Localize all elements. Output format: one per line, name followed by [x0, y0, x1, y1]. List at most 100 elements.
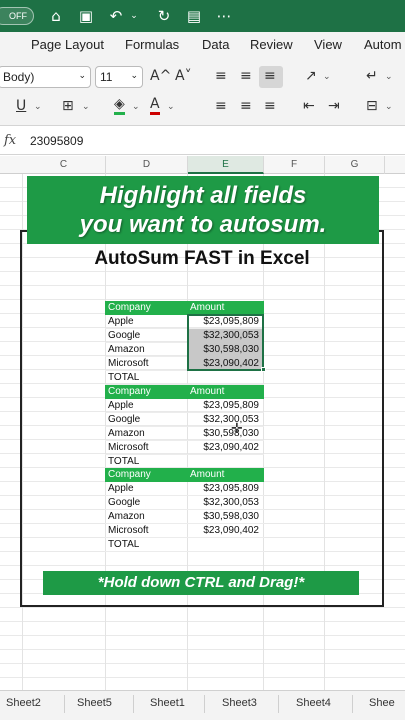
table-row[interactable]: Apple $23,095,809: [105, 482, 264, 496]
cell-cursor-icon: ✛: [231, 421, 243, 437]
fx-icon[interactable]: fx: [4, 133, 16, 148]
merge-center-icon[interactable]: ⊟: [366, 98, 378, 114]
tab-review[interactable]: Review: [250, 37, 293, 52]
data-table-3: Company Amount Apple $23,095,809 Google $32…: [105, 468, 264, 552]
chevron-down-icon[interactable]: ⌄: [167, 102, 175, 112]
header-company: Company: [108, 386, 151, 397]
total-label: TOTAL: [108, 456, 140, 467]
align-top-icon[interactable]: ≡: [215, 68, 227, 84]
wrap-text-icon[interactable]: ↵: [366, 68, 378, 84]
amount-cell: $23,095,809: [203, 483, 259, 494]
table-header-row[interactable]: Company Amount: [105, 468, 264, 482]
company-cell: Google: [108, 330, 141, 341]
company-cell: Microsoft: [108, 442, 149, 453]
column-header-e[interactable]: E: [188, 156, 264, 174]
selection-range[interactable]: [187, 314, 264, 371]
formula-bar: fx 23095809: [0, 127, 405, 155]
header-amount: Amount: [190, 302, 225, 313]
column-header-d[interactable]: D: [106, 156, 188, 174]
table-row[interactable]: Google $32,300,053: [105, 496, 264, 510]
undo-dropdown-icon[interactable]: ⌄: [126, 11, 142, 21]
decrease-indent-icon[interactable]: ⇤: [303, 98, 315, 114]
paste-icon[interactable]: ▤: [186, 7, 202, 25]
font-size-select[interactable]: 11 ⌄: [95, 66, 143, 88]
fill-handle[interactable]: [261, 367, 266, 372]
total-row[interactable]: TOTAL: [105, 371, 264, 385]
header-company: Company: [108, 302, 151, 313]
orientation-icon[interactable]: ↗: [305, 68, 317, 84]
font-color-icon[interactable]: A: [150, 96, 160, 115]
table-header-row[interactable]: Company Amount: [105, 385, 264, 399]
company-cell: Google: [108, 414, 141, 425]
chevron-down-icon[interactable]: ⌄: [82, 102, 90, 112]
column-header-c[interactable]: C: [22, 156, 106, 174]
sheet-tab-sheet5[interactable]: Sheet5: [77, 697, 112, 709]
chevron-down-icon[interactable]: ⌄: [132, 102, 140, 112]
company-cell: Amazon: [108, 511, 145, 522]
align-left-icon[interactable]: ≡: [215, 98, 227, 114]
total-row[interactable]: TOTAL: [105, 538, 264, 552]
title-bar: OFF ⌂ ▣ ↶ ⌄ ↻ ▤ ⋯: [0, 0, 405, 32]
table-row[interactable]: Apple $23,095,809: [105, 399, 264, 413]
grow-font-icon[interactable]: A^: [150, 68, 171, 84]
column-header-g[interactable]: G: [325, 156, 385, 174]
font-name-value: Body): [3, 70, 35, 84]
save-icon[interactable]: ▣: [78, 7, 94, 25]
table-row[interactable]: Amazon $30,598,030: [105, 510, 264, 524]
company-cell: Apple: [108, 316, 134, 327]
align-right-icon[interactable]: ≡: [264, 98, 276, 114]
sheet-tab-sheet3[interactable]: Sheet3: [222, 697, 257, 709]
tab-data[interactable]: Data: [202, 37, 229, 52]
shrink-font-icon[interactable]: A˅: [175, 68, 192, 84]
align-center-icon[interactable]: ≡: [240, 98, 252, 114]
total-label: TOTAL: [108, 539, 140, 550]
autosave-label: OFF: [9, 11, 27, 21]
sheet-tabs: Sheet2 Sheet5 Sheet1 Sheet3 Sheet4 Shee: [0, 690, 405, 720]
align-bottom-icon[interactable]: ≡: [264, 68, 276, 84]
amount-cell: $23,095,809: [203, 400, 259, 411]
tab-page-layout[interactable]: Page Layout: [31, 37, 104, 52]
total-label: TOTAL: [108, 372, 140, 383]
column-header-f[interactable]: F: [264, 156, 325, 174]
sheet-tab-sheet2[interactable]: Sheet2: [6, 697, 41, 709]
company-cell: Amazon: [108, 428, 145, 439]
total-row[interactable]: TOTAL: [105, 455, 264, 469]
column-headers: C D E F G: [0, 156, 405, 174]
table-row[interactable]: Microsoft $23,090,402: [105, 524, 264, 538]
header-amount: Amount: [190, 469, 225, 480]
company-cell: Apple: [108, 400, 134, 411]
formula-input[interactable]: 23095809: [30, 134, 83, 148]
font-size-value: 11: [100, 70, 113, 84]
chevron-down-icon: ⌄: [130, 70, 138, 80]
align-middle-icon[interactable]: ≡: [240, 68, 252, 84]
company-cell: Amazon: [108, 344, 145, 355]
sheet-tab-sheet1[interactable]: Sheet1: [150, 697, 185, 709]
sheet-tab-sheet4[interactable]: Sheet4: [296, 697, 331, 709]
header-amount: Amount: [190, 386, 225, 397]
chevron-down-icon[interactable]: ⌄: [323, 72, 331, 82]
table-header-row[interactable]: Company Amount: [105, 301, 264, 315]
sheet-tab-partial[interactable]: Shee: [369, 697, 395, 709]
autosave-toggle[interactable]: OFF: [0, 7, 34, 25]
chevron-down-icon[interactable]: ⌄: [385, 102, 393, 112]
chevron-down-icon[interactable]: ⌄: [385, 72, 393, 82]
chevron-down-icon[interactable]: ⌄: [34, 102, 42, 112]
table-row[interactable]: Microsoft $23,090,402: [105, 441, 264, 455]
tab-formulas[interactable]: Formulas: [125, 37, 179, 52]
redo-icon[interactable]: ↻: [156, 7, 172, 25]
amount-cell: $30,598,030: [203, 511, 259, 522]
more-icon[interactable]: ⋯: [216, 7, 232, 25]
instruction-banner-top: Highlight all fields you want to autosum…: [27, 176, 379, 244]
main-title: AutoSum FAST in Excel: [94, 248, 310, 269]
home-icon[interactable]: ⌂: [48, 7, 64, 25]
font-name-select[interactable]: Body) ⌄: [0, 66, 91, 88]
tab-automate[interactable]: Autom: [364, 37, 402, 52]
fill-color-icon[interactable]: ◈: [114, 96, 125, 115]
underline-icon[interactable]: U: [16, 98, 26, 114]
header-company: Company: [108, 469, 151, 480]
undo-icon[interactable]: ↶: [108, 7, 124, 25]
tab-view[interactable]: View: [314, 37, 342, 52]
amount-cell: $23,090,402: [203, 442, 259, 453]
increase-indent-icon[interactable]: ⇥: [328, 98, 340, 114]
borders-icon[interactable]: ⊞: [62, 98, 74, 114]
